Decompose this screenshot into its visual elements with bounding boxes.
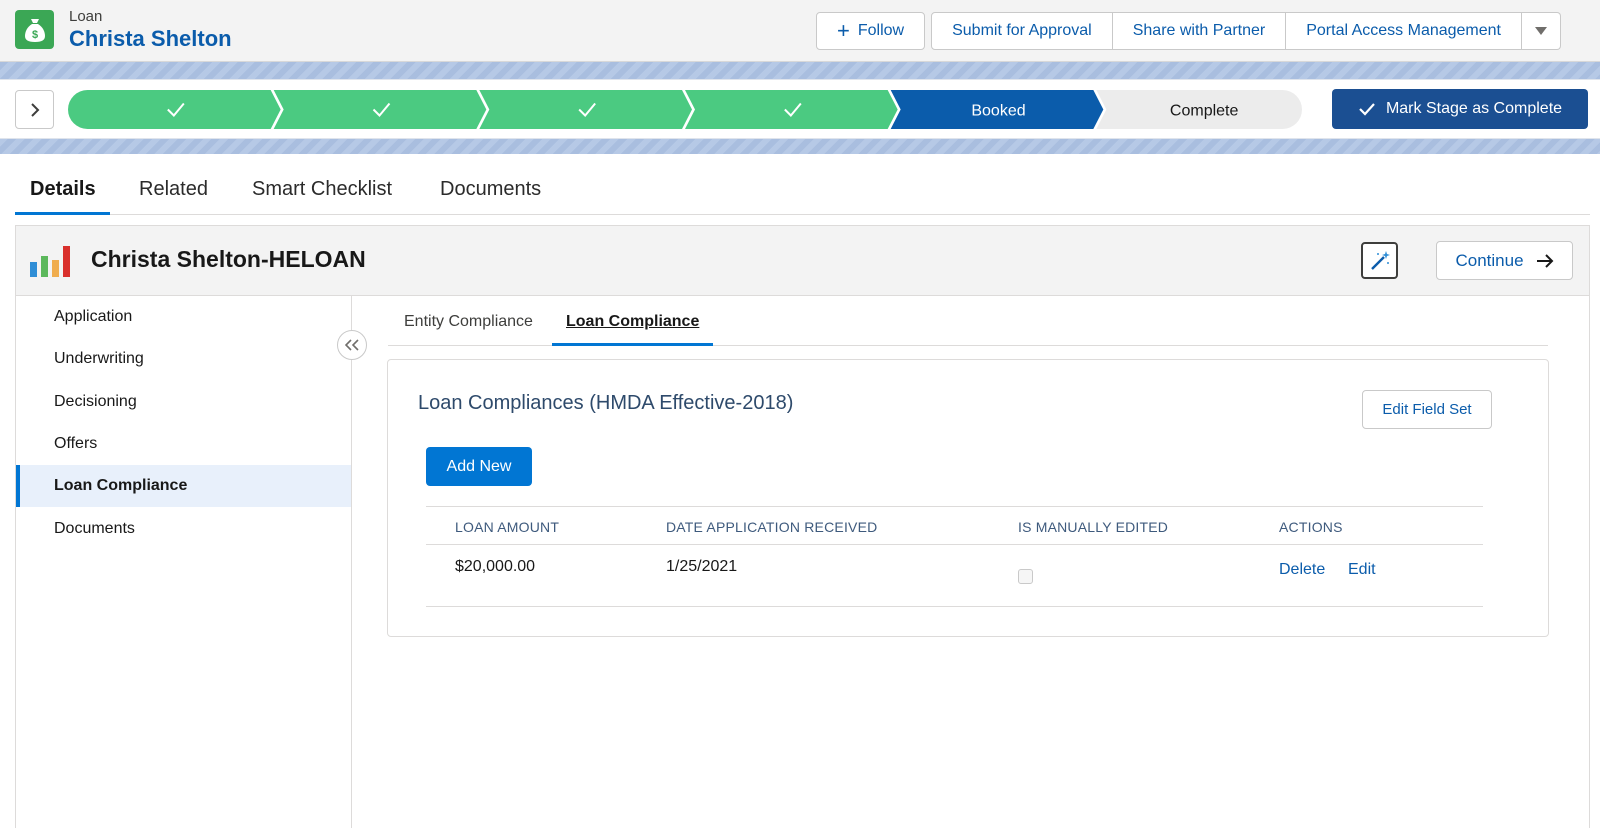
path-container: Booked Complete Mark Stage as Complete xyxy=(0,79,1600,139)
subtab-entity-compliance[interactable]: Entity Compliance xyxy=(404,313,533,331)
tab-smart-checklist[interactable]: Smart Checklist xyxy=(252,178,392,201)
record-tabs: Details Related Smart Checklist Document… xyxy=(15,172,1590,215)
continue-button[interactable]: Continue xyxy=(1436,241,1573,280)
submit-for-approval-button[interactable]: Submit for Approval xyxy=(931,12,1113,50)
magic-wand-button[interactable] xyxy=(1361,242,1398,279)
section-sidenav: Application Underwriting Decisioning Off… xyxy=(16,296,352,828)
path-banner: Booked Complete Mark Stage as Complete xyxy=(0,62,1600,154)
tab-documents[interactable]: Documents xyxy=(440,178,541,201)
compliance-table: LOAN AMOUNT DATE APPLICATION RECEIVED IS… xyxy=(426,506,1483,607)
compliance-subtabs: Entity Compliance Loan Compliance xyxy=(388,306,1548,346)
delete-link[interactable]: Delete xyxy=(1279,561,1325,579)
cell-loan-amount: $20,000.00 xyxy=(455,558,536,575)
loan-compliance-panel: Loan Compliances (HMDA Effective-2018) E… xyxy=(387,359,1549,637)
plus-icon: + xyxy=(837,18,850,43)
subtab-loan-compliance[interactable]: Loan Compliance xyxy=(566,313,699,331)
path-stage-3[interactable] xyxy=(479,90,692,129)
share-with-partner-button[interactable]: Share with Partner xyxy=(1112,12,1287,50)
continue-label: Continue xyxy=(1455,250,1524,270)
checkmark-icon xyxy=(1359,103,1375,116)
path-stage-label: Complete xyxy=(1170,103,1239,120)
collapse-sidenav-button[interactable] xyxy=(337,330,367,360)
edit-link[interactable]: Edit xyxy=(1348,561,1376,579)
sidenav-item-underwriting[interactable]: Underwriting xyxy=(16,338,351,380)
edit-field-set-button[interactable]: Edit Field Set xyxy=(1362,390,1492,429)
double-chevron-left-icon xyxy=(345,339,359,351)
object-label: Loan xyxy=(69,8,103,25)
record-name: Christa Shelton xyxy=(69,26,232,51)
portal-access-management-button[interactable]: Portal Access Management xyxy=(1286,12,1522,50)
path-stage-1[interactable] xyxy=(68,90,281,129)
active-tab-indicator xyxy=(15,212,110,215)
sidenav-item-application[interactable]: Application xyxy=(16,296,351,338)
mark-stage-complete-label: Mark Stage as Complete xyxy=(1385,100,1563,117)
path-stage-label: Booked xyxy=(971,103,1025,120)
loan-card: Christa Shelton-HELOAN Continue Applicat… xyxy=(15,225,1590,828)
mark-stage-complete-button[interactable]: Mark Stage as Complete xyxy=(1332,89,1588,129)
tab-details[interactable]: Details xyxy=(30,178,96,201)
column-header-date-received: DATE APPLICATION RECEIVED xyxy=(666,519,878,535)
compliance-title: Loan Compliances (HMDA Effective-2018) xyxy=(418,392,794,414)
card-header: Christa Shelton-HELOAN Continue xyxy=(16,226,1589,296)
follow-button[interactable]: + Follow xyxy=(816,12,926,50)
add-new-button[interactable]: Add New xyxy=(426,447,532,486)
table-row: $20,000.00 1/25/2021 Delete Edit xyxy=(426,545,1483,607)
record-header: $ Loan Christa Shelton + Follow Submit f… xyxy=(0,0,1600,62)
path-stage-4[interactable] xyxy=(685,90,898,129)
bar-chart-logo-icon xyxy=(30,246,70,277)
path-stages: Booked Complete xyxy=(68,90,1302,129)
sidenav-item-documents[interactable]: Documents xyxy=(16,508,351,550)
path-stage-2[interactable] xyxy=(273,90,487,129)
caret-down-icon xyxy=(1535,27,1547,35)
card-title: Christa Shelton-HELOAN xyxy=(91,246,366,272)
more-actions-button[interactable] xyxy=(1522,12,1561,50)
chevron-right-icon xyxy=(30,102,39,117)
svg-text:$: $ xyxy=(31,29,37,41)
sidenav-item-decisioning[interactable]: Decisioning xyxy=(16,381,351,423)
sidenav-item-loan-compliance[interactable]: Loan Compliance xyxy=(16,465,351,507)
header-actions: + Follow Submit for Approval Share with … xyxy=(816,12,1561,50)
table-header: LOAN AMOUNT DATE APPLICATION RECEIVED IS… xyxy=(426,506,1483,545)
column-header-loan-amount: LOAN AMOUNT xyxy=(455,519,560,535)
magic-wand-icon xyxy=(1370,250,1390,270)
active-subtab-indicator xyxy=(552,343,713,346)
arrow-right-icon xyxy=(1536,253,1553,268)
sidenav-item-offers[interactable]: Offers xyxy=(16,423,351,465)
manually-edited-checkbox[interactable] xyxy=(1018,569,1033,584)
cell-date-received: 1/25/2021 xyxy=(666,558,738,575)
path-expand-button[interactable] xyxy=(15,90,54,129)
column-header-actions: ACTIONS xyxy=(1279,519,1343,535)
money-bag-icon: $ xyxy=(15,10,54,49)
tab-related[interactable]: Related xyxy=(139,178,208,201)
follow-label: Follow xyxy=(857,22,905,39)
column-header-manually-edited: IS MANUALLY EDITED xyxy=(1018,519,1169,535)
